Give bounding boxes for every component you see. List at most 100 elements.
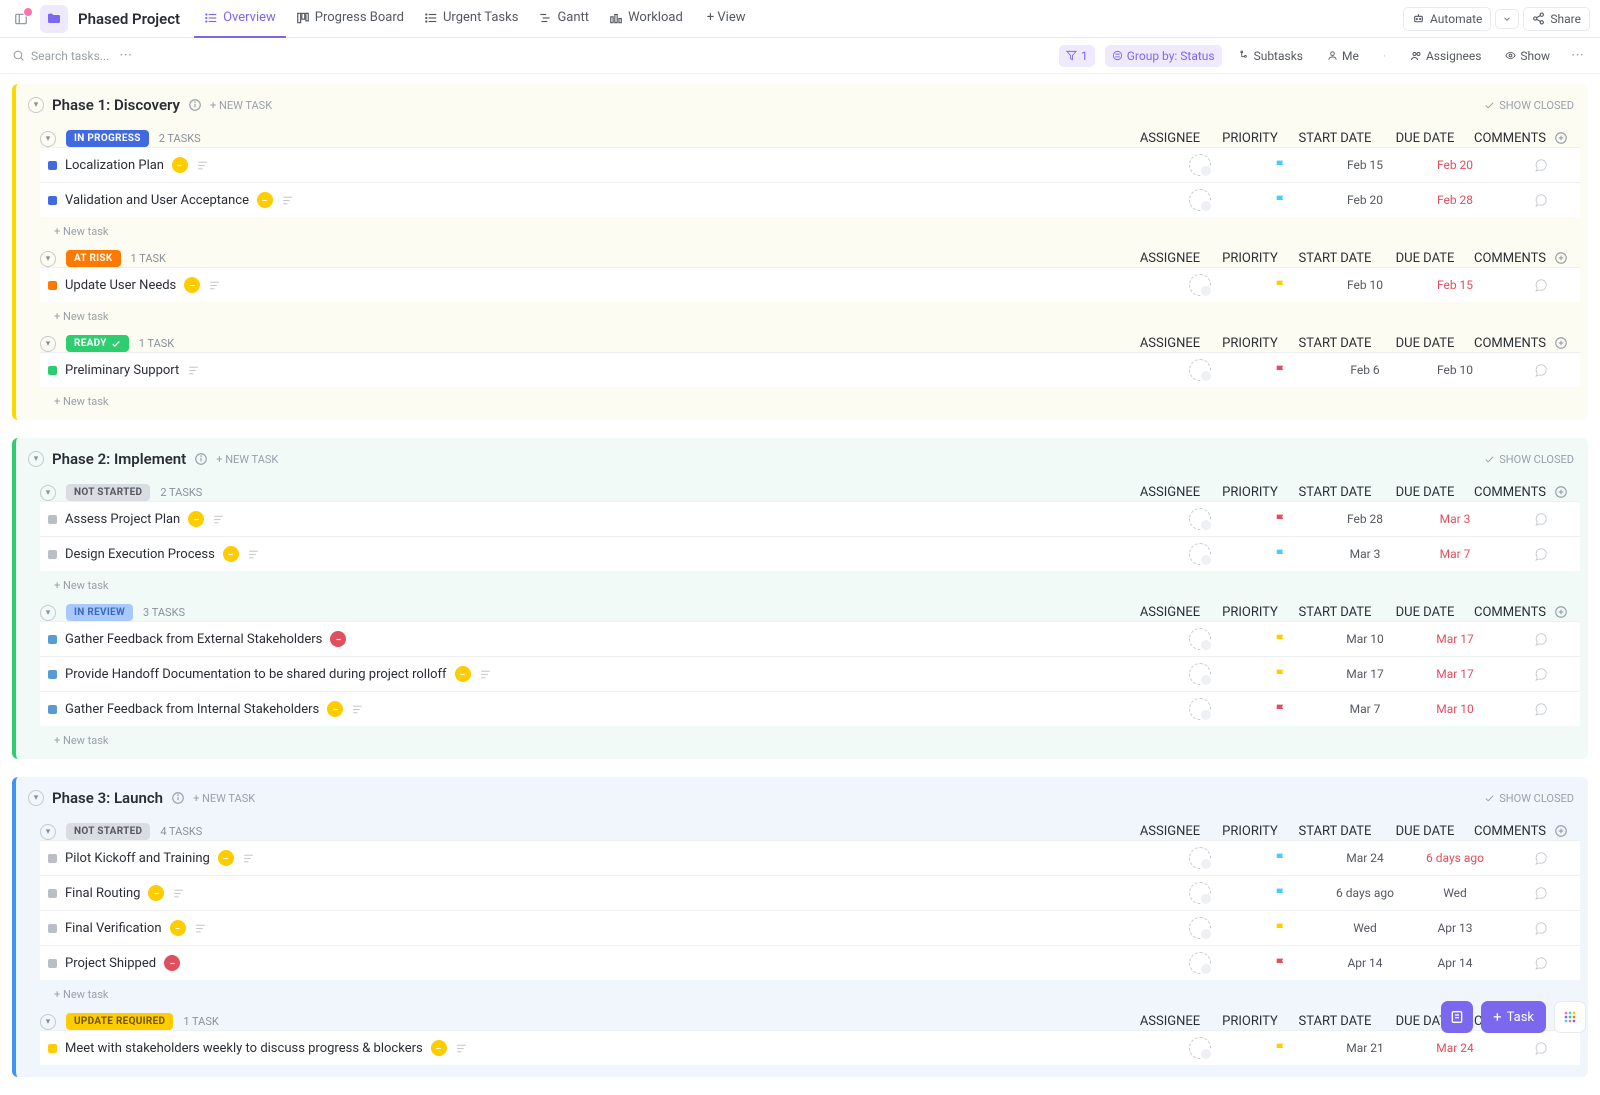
tab-progress-board[interactable]: Progress Board: [286, 0, 414, 38]
collapse-toggle[interactable]: ▾: [28, 790, 44, 806]
priority-cell[interactable]: [1240, 364, 1320, 377]
status-pill[interactable]: IN PROGRESS: [66, 130, 149, 147]
assignee-cell[interactable]: [1160, 663, 1240, 685]
collapse-toggle[interactable]: ▾: [40, 485, 56, 501]
comments-cell[interactable]: [1500, 363, 1580, 378]
status-square[interactable]: [48, 161, 57, 170]
start-date[interactable]: Mar 21: [1320, 1041, 1410, 1055]
show-closed[interactable]: SHOW CLOSED: [1484, 453, 1574, 466]
add-column[interactable]: [1550, 251, 1580, 266]
task-row[interactable]: Pilot Kickoff and Training Mar 246 days a…: [40, 840, 1580, 875]
start-date[interactable]: Mar 10: [1320, 632, 1410, 646]
task-name[interactable]: Gather Feedback from Internal Stakeholde…: [65, 702, 319, 717]
priority-cell[interactable]: [1240, 633, 1320, 646]
task-row[interactable]: Localization PlanFeb 15Feb 20: [40, 147, 1580, 182]
priority-cell[interactable]: [1240, 194, 1320, 207]
status-pill[interactable]: AT RISK: [66, 250, 121, 267]
start-date[interactable]: Mar 24: [1320, 851, 1410, 865]
task-row[interactable]: Meet with stakeholders weekly to discuss…: [40, 1030, 1580, 1065]
info-icon[interactable]: [188, 98, 202, 112]
start-date[interactable]: Mar 7: [1320, 702, 1410, 716]
new-task-row[interactable]: + New task: [40, 571, 1580, 592]
description-button[interactable]: [208, 279, 221, 292]
comments-cell[interactable]: [1500, 851, 1580, 866]
new-task-row[interactable]: + New task: [40, 217, 1580, 238]
comments-cell[interactable]: [1500, 632, 1580, 647]
due-date[interactable]: Apr 13: [1410, 921, 1500, 935]
priority-cell[interactable]: [1240, 279, 1320, 292]
info-icon[interactable]: [194, 452, 208, 466]
task-row[interactable]: Validation and User AcceptanceFeb 20Feb …: [40, 182, 1580, 217]
task-name[interactable]: Update User Needs: [65, 278, 176, 293]
filter-chip[interactable]: 1: [1059, 45, 1095, 67]
collapse-toggle[interactable]: ▾: [40, 336, 56, 352]
collapse-toggle[interactable]: ▾: [40, 131, 56, 147]
share-button[interactable]: Share: [1523, 7, 1590, 31]
due-date[interactable]: Feb 10: [1410, 363, 1500, 377]
start-date[interactable]: Feb 20: [1320, 193, 1410, 207]
collapse-toggle[interactable]: ▾: [28, 97, 44, 113]
automate-button[interactable]: Automate: [1403, 7, 1491, 31]
apps-fab[interactable]: [1554, 1001, 1586, 1033]
add-column[interactable]: [1550, 485, 1580, 500]
priority-cell[interactable]: [1240, 957, 1320, 970]
comments-cell[interactable]: [1500, 956, 1580, 971]
task-name[interactable]: Final Routing: [65, 886, 140, 901]
priority-cell[interactable]: [1240, 548, 1320, 561]
task-row[interactable]: Preliminary SupportFeb 6Feb 10: [40, 352, 1580, 387]
new-task-fab[interactable]: +Task: [1481, 1001, 1546, 1033]
comments-cell[interactable]: [1500, 547, 1580, 562]
priority-cell[interactable]: [1240, 668, 1320, 681]
task-name[interactable]: Final Verification: [65, 921, 162, 936]
priority-cell[interactable]: [1240, 852, 1320, 865]
subtasks-chip[interactable]: Subtasks: [1232, 45, 1310, 67]
task-row[interactable]: Gather Feedback from Internal Stakeholde…: [40, 691, 1580, 726]
add-column[interactable]: [1550, 605, 1580, 620]
show-chip[interactable]: Show: [1498, 45, 1557, 67]
task-row[interactable]: Project ShippedApr 14Apr 14: [40, 945, 1580, 980]
comments-cell[interactable]: [1500, 512, 1580, 527]
status-pill[interactable]: IN REVIEW: [66, 604, 133, 621]
assignee-cell[interactable]: [1160, 359, 1240, 381]
tab-gantt[interactable]: Gantt: [528, 0, 599, 38]
folder-icon[interactable]: [40, 5, 68, 33]
assignee-cell[interactable]: [1160, 698, 1240, 720]
due-date[interactable]: Feb 28: [1410, 193, 1500, 207]
description-button[interactable]: [479, 668, 492, 681]
comments-cell[interactable]: [1500, 921, 1580, 936]
status-square[interactable]: [48, 670, 57, 679]
add-column[interactable]: [1550, 824, 1580, 839]
description-button[interactable]: [212, 513, 225, 526]
task-name[interactable]: Pilot Kickoff and Training: [65, 851, 210, 866]
status-square[interactable]: [48, 924, 57, 933]
start-date[interactable]: Feb 15: [1320, 158, 1410, 172]
status-square[interactable]: [48, 515, 57, 524]
task-name[interactable]: Meet with stakeholders weekly to discuss…: [65, 1041, 423, 1056]
start-date[interactable]: Apr 14: [1320, 956, 1410, 970]
description-button[interactable]: [242, 852, 255, 865]
start-date[interactable]: Mar 3: [1320, 547, 1410, 561]
comments-cell[interactable]: [1500, 158, 1580, 173]
due-date[interactable]: Wed: [1410, 886, 1500, 900]
phase-title[interactable]: Phase 2: Implement: [52, 450, 186, 468]
description-button[interactable]: [172, 887, 185, 900]
assignee-cell[interactable]: [1160, 508, 1240, 530]
task-name[interactable]: Localization Plan: [65, 158, 164, 173]
info-icon[interactable]: [171, 791, 185, 805]
collapse-toggle[interactable]: ▾: [40, 824, 56, 840]
comments-cell[interactable]: [1500, 278, 1580, 293]
collapse-toggle[interactable]: ▾: [40, 251, 56, 267]
status-square[interactable]: [48, 889, 57, 898]
status-square[interactable]: [48, 705, 57, 714]
new-task-link[interactable]: + NEW TASK: [193, 792, 255, 805]
due-date[interactable]: 6 days ago: [1410, 851, 1500, 865]
priority-cell[interactable]: [1240, 159, 1320, 172]
assignee-cell[interactable]: [1160, 154, 1240, 176]
description-button[interactable]: [455, 1042, 468, 1055]
task-name[interactable]: Preliminary Support: [65, 363, 179, 378]
tab-workload[interactable]: Workload: [599, 0, 693, 38]
search-options[interactable]: ⋯: [119, 48, 132, 63]
phase-title[interactable]: Phase 3: Launch: [52, 789, 163, 807]
task-row[interactable]: Assess Project PlanFeb 28Mar 3: [40, 501, 1580, 536]
task-row[interactable]: Provide Handoff Documentation to be shar…: [40, 656, 1580, 691]
